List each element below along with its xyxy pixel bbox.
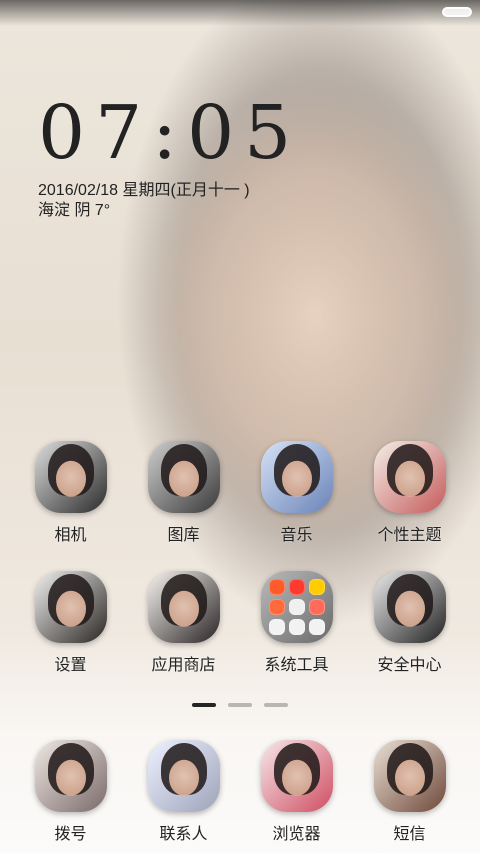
folder-mini-icon [268,579,285,595]
app-camera[interactable]: 相机 [14,441,127,545]
theme-icon [373,441,446,513]
app-gallery[interactable]: 图库 [127,441,240,545]
app-label: 联系人 [159,826,208,843]
app-label: 浏览器 [272,826,321,843]
app-label: 应用商店 [151,657,216,674]
app-label: 安全中心 [377,657,442,674]
folder-mini-icon [308,619,325,635]
app-security-center[interactable]: 安全中心 [353,571,466,675]
gallery-icon [147,441,220,513]
folder-mini-icon [308,599,325,615]
app-label: 相机 [54,527,87,544]
phone-icon [34,740,107,812]
app-grid-row-2: 设置 应用商店 系统工具 安全中心 [14,571,466,675]
contacts-icon [147,740,220,812]
app-label: 拨号 [54,826,87,843]
app-theme[interactable]: 个性主题 [353,441,466,545]
folder-mini-icon [268,619,285,635]
app-label: 图库 [167,527,200,544]
dock-messages[interactable]: 短信 [353,740,466,844]
page-dot[interactable] [228,703,252,707]
security-center-icon [373,571,446,643]
app-system-tools-folder[interactable]: 系统工具 [240,571,353,675]
music-icon [260,441,333,513]
app-label: 设置 [54,657,87,674]
dock: 拨号 联系人 浏览器 短信 [14,740,466,844]
camera-icon [34,441,107,513]
folder-mini-icon [288,619,305,635]
app-label: 系统工具 [264,657,329,674]
settings-icon [34,571,107,643]
app-music[interactable]: 音乐 [240,441,353,545]
app-settings[interactable]: 设置 [14,571,127,675]
app-label: 音乐 [280,527,313,544]
dock-contacts[interactable]: 联系人 [127,740,240,844]
system-tools-folder-icon [260,571,333,643]
weather-text: 海淀 阴 7° [38,202,111,219]
folder-mini-icon [268,599,285,615]
app-store-icon [147,571,220,643]
app-label: 个性主题 [377,527,442,544]
folder-mini-icon [288,599,305,615]
battery-icon [442,7,472,17]
page-dot[interactable] [192,703,216,707]
folder-mini-icon [288,579,305,595]
app-store[interactable]: 应用商店 [127,571,240,675]
app-label: 短信 [393,826,426,843]
clock-time: 07:05 [38,90,302,176]
dock-phone[interactable]: 拨号 [14,740,127,844]
page-indicator[interactable] [0,703,480,711]
dock-browser[interactable]: 浏览器 [240,740,353,844]
browser-icon [260,740,333,812]
page-dot[interactable] [264,703,288,707]
app-grid-row-1: 相机 图库 音乐 个性主题 [14,441,466,545]
message-icon [373,740,446,812]
system-tools-mini-grid [268,579,325,635]
status-bar [0,0,480,26]
folder-mini-icon [308,579,325,595]
